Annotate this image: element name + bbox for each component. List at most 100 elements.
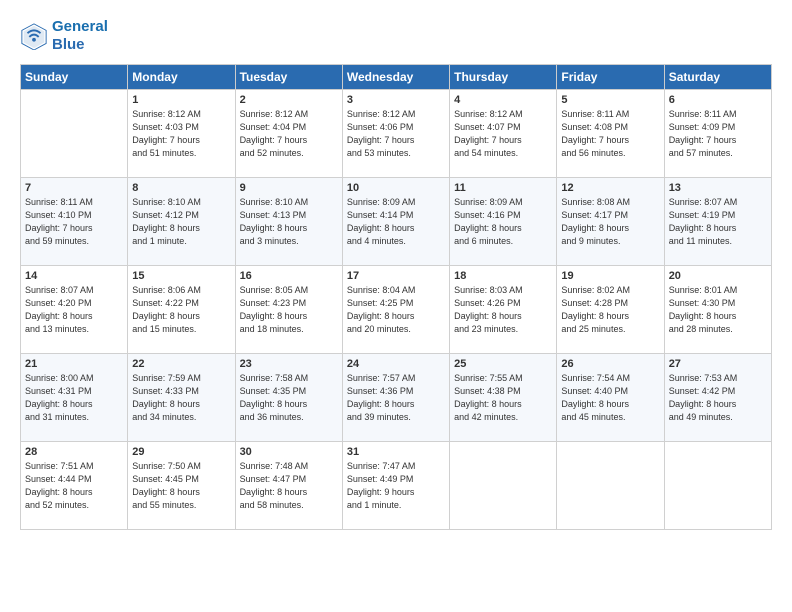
- day-number: 30: [240, 446, 338, 458]
- day-info: Sunrise: 7:47 AM Sunset: 4:49 PM Dayligh…: [347, 460, 445, 512]
- day-number: 22: [132, 358, 230, 370]
- day-number: 26: [561, 358, 659, 370]
- day-info: Sunrise: 8:12 AM Sunset: 4:03 PM Dayligh…: [132, 108, 230, 160]
- calendar-cell: [664, 442, 771, 530]
- day-info: Sunrise: 8:08 AM Sunset: 4:17 PM Dayligh…: [561, 196, 659, 248]
- day-info: Sunrise: 8:07 AM Sunset: 4:19 PM Dayligh…: [669, 196, 767, 248]
- day-info: Sunrise: 7:57 AM Sunset: 4:36 PM Dayligh…: [347, 372, 445, 424]
- day-number: 11: [454, 182, 552, 194]
- calendar-cell: 5Sunrise: 8:11 AM Sunset: 4:08 PM Daylig…: [557, 90, 664, 178]
- day-info: Sunrise: 8:05 AM Sunset: 4:23 PM Dayligh…: [240, 284, 338, 336]
- day-number: 12: [561, 182, 659, 194]
- day-number: 2: [240, 94, 338, 106]
- calendar-week-2: 7 Sunrise: 8:11 AM Sunset: 4:10 PM Daylig…: [21, 178, 772, 266]
- calendar-cell: 17 Sunrise: 8:04 AM Sunset: 4:25 PM Dayli…: [342, 266, 449, 354]
- page: General Blue SundayMondayTuesdayWednesda…: [0, 0, 792, 612]
- day-number: 7: [25, 182, 123, 194]
- calendar-cell: 6Sunrise: 8:11 AM Sunset: 4:09 PM Daylig…: [664, 90, 771, 178]
- day-number: 4: [454, 94, 552, 106]
- calendar-cell: 21 Sunrise: 8:00 AM Sunset: 4:31 PM Dayli…: [21, 354, 128, 442]
- day-number: 29: [132, 446, 230, 458]
- day-info: Sunrise: 7:58 AM Sunset: 4:35 PM Dayligh…: [240, 372, 338, 424]
- calendar-header-thursday: Thursday: [450, 65, 557, 90]
- day-info: Sunrise: 8:07 AM Sunset: 4:20 PM Dayligh…: [25, 284, 123, 336]
- calendar-cell: 25 Sunrise: 7:55 AM Sunset: 4:38 PM Dayli…: [450, 354, 557, 442]
- calendar-header-friday: Friday: [557, 65, 664, 90]
- day-info: Sunrise: 7:53 AM Sunset: 4:42 PM Dayligh…: [669, 372, 767, 424]
- day-number: 19: [561, 270, 659, 282]
- day-number: 9: [240, 182, 338, 194]
- day-number: 23: [240, 358, 338, 370]
- calendar-cell: 14Sunrise: 8:07 AM Sunset: 4:20 PM Dayli…: [21, 266, 128, 354]
- day-number: 18: [454, 270, 552, 282]
- day-number: 5: [561, 94, 659, 106]
- day-number: 8: [132, 182, 230, 194]
- day-number: 17: [347, 270, 445, 282]
- day-number: 21: [25, 358, 123, 370]
- calendar-cell: 23 Sunrise: 7:58 AM Sunset: 4:35 PM Dayli…: [235, 354, 342, 442]
- day-number: 27: [669, 358, 767, 370]
- calendar-cell: [450, 442, 557, 530]
- calendar-cell: 12 Sunrise: 8:08 AM Sunset: 4:17 PM Dayli…: [557, 178, 664, 266]
- calendar-cell: 27 Sunrise: 7:53 AM Sunset: 4:42 PM Dayli…: [664, 354, 771, 442]
- calendar-cell: 9 Sunrise: 8:10 AM Sunset: 4:13 PM Daylig…: [235, 178, 342, 266]
- day-info: Sunrise: 7:59 AM Sunset: 4:33 PM Dayligh…: [132, 372, 230, 424]
- day-info: Sunrise: 8:10 AM Sunset: 4:13 PM Dayligh…: [240, 196, 338, 248]
- day-info: Sunrise: 7:54 AM Sunset: 4:40 PM Dayligh…: [561, 372, 659, 424]
- day-info: Sunrise: 7:51 AM Sunset: 4:44 PM Dayligh…: [25, 460, 123, 512]
- logo: General Blue: [20, 18, 108, 54]
- calendar-header-wednesday: Wednesday: [342, 65, 449, 90]
- calendar-cell: 28 Sunrise: 7:51 AM Sunset: 4:44 PM Dayli…: [21, 442, 128, 530]
- calendar-cell: 16Sunrise: 8:05 AM Sunset: 4:23 PM Dayli…: [235, 266, 342, 354]
- day-info: Sunrise: 8:12 AM Sunset: 4:04 PM Dayligh…: [240, 108, 338, 160]
- calendar-cell: 1Sunrise: 8:12 AM Sunset: 4:03 PM Daylig…: [128, 90, 235, 178]
- calendar-cell: 26 Sunrise: 7:54 AM Sunset: 4:40 PM Dayli…: [557, 354, 664, 442]
- calendar-cell: 11Sunrise: 8:09 AM Sunset: 4:16 PM Dayli…: [450, 178, 557, 266]
- day-number: 24: [347, 358, 445, 370]
- calendar-week-4: 21 Sunrise: 8:00 AM Sunset: 4:31 PM Dayli…: [21, 354, 772, 442]
- day-number: 20: [669, 270, 767, 282]
- day-info: Sunrise: 7:50 AM Sunset: 4:45 PM Dayligh…: [132, 460, 230, 512]
- day-info: Sunrise: 8:11 AM Sunset: 4:10 PM Dayligh…: [25, 196, 123, 248]
- day-number: 25: [454, 358, 552, 370]
- day-number: 31: [347, 446, 445, 458]
- day-number: 13: [669, 182, 767, 194]
- logo-general: General: [52, 18, 108, 36]
- calendar-cell: 8 Sunrise: 8:10 AM Sunset: 4:12 PM Daylig…: [128, 178, 235, 266]
- day-info: Sunrise: 7:48 AM Sunset: 4:47 PM Dayligh…: [240, 460, 338, 512]
- day-info: Sunrise: 8:12 AM Sunset: 4:07 PM Dayligh…: [454, 108, 552, 160]
- calendar-header-saturday: Saturday: [664, 65, 771, 90]
- calendar-week-3: 14Sunrise: 8:07 AM Sunset: 4:20 PM Dayli…: [21, 266, 772, 354]
- calendar-header-row: SundayMondayTuesdayWednesdayThursdayFrid…: [21, 65, 772, 90]
- day-info: Sunrise: 8:04 AM Sunset: 4:25 PM Dayligh…: [347, 284, 445, 336]
- day-info: Sunrise: 8:06 AM Sunset: 4:22 PM Dayligh…: [132, 284, 230, 336]
- calendar-cell: 3Sunrise: 8:12 AM Sunset: 4:06 PM Daylig…: [342, 90, 449, 178]
- day-info: Sunrise: 7:55 AM Sunset: 4:38 PM Dayligh…: [454, 372, 552, 424]
- day-info: Sunrise: 8:10 AM Sunset: 4:12 PM Dayligh…: [132, 196, 230, 248]
- day-info: Sunrise: 8:00 AM Sunset: 4:31 PM Dayligh…: [25, 372, 123, 424]
- calendar-cell: [557, 442, 664, 530]
- calendar-header-tuesday: Tuesday: [235, 65, 342, 90]
- calendar-cell: 2 Sunrise: 8:12 AM Sunset: 4:04 PM Daylig…: [235, 90, 342, 178]
- calendar-cell: 4 Sunrise: 8:12 AM Sunset: 4:07 PM Daylig…: [450, 90, 557, 178]
- calendar-cell: 19Sunrise: 8:02 AM Sunset: 4:28 PM Dayli…: [557, 266, 664, 354]
- day-number: 15: [132, 270, 230, 282]
- calendar-cell: 10Sunrise: 8:09 AM Sunset: 4:14 PM Dayli…: [342, 178, 449, 266]
- calendar-header-sunday: Sunday: [21, 65, 128, 90]
- calendar: SundayMondayTuesdayWednesdayThursdayFrid…: [20, 64, 772, 530]
- day-number: 28: [25, 446, 123, 458]
- calendar-cell: 18 Sunrise: 8:03 AM Sunset: 4:26 PM Dayli…: [450, 266, 557, 354]
- day-info: Sunrise: 8:03 AM Sunset: 4:26 PM Dayligh…: [454, 284, 552, 336]
- calendar-cell: 20Sunrise: 8:01 AM Sunset: 4:30 PM Dayli…: [664, 266, 771, 354]
- day-info: Sunrise: 8:11 AM Sunset: 4:09 PM Dayligh…: [669, 108, 767, 160]
- calendar-cell: 31 Sunrise: 7:47 AM Sunset: 4:49 PM Dayli…: [342, 442, 449, 530]
- calendar-header-monday: Monday: [128, 65, 235, 90]
- calendar-cell: 22 Sunrise: 7:59 AM Sunset: 4:33 PM Dayli…: [128, 354, 235, 442]
- day-number: 10: [347, 182, 445, 194]
- logo-icon: [20, 22, 48, 50]
- calendar-cell: 30 Sunrise: 7:48 AM Sunset: 4:47 PM Dayli…: [235, 442, 342, 530]
- calendar-cell: [21, 90, 128, 178]
- calendar-cell: 24 Sunrise: 7:57 AM Sunset: 4:36 PM Dayli…: [342, 354, 449, 442]
- calendar-cell: 29 Sunrise: 7:50 AM Sunset: 4:45 PM Dayli…: [128, 442, 235, 530]
- logo-blue: Blue: [52, 36, 108, 54]
